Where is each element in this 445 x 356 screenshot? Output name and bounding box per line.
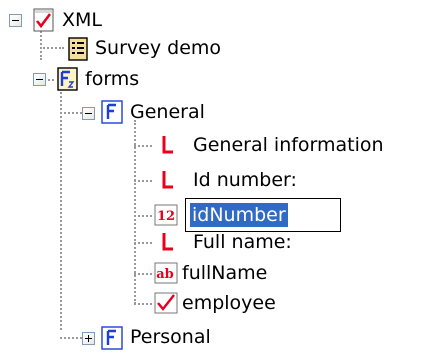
tree-node-xml[interactable]: XML: [62, 8, 102, 32]
tree-line: [134, 180, 152, 182]
tree-node-fullname[interactable]: fullName: [182, 261, 267, 285]
tree-line: [134, 242, 152, 244]
tree-line: [60, 337, 82, 339]
forms-folder-icon: [57, 67, 78, 91]
tree-node-general-information[interactable]: General information: [193, 133, 384, 157]
tree-line: [134, 145, 152, 147]
xml-tree-view: XML Survey demo forms General General in…: [0, 0, 445, 356]
tree-line: [40, 28, 42, 60]
tree-line: [60, 112, 82, 114]
numeric-field-icon: 12: [154, 204, 178, 226]
collapse-toggle[interactable]: [33, 73, 46, 86]
label-l-icon: [162, 233, 173, 251]
tree-node-forms[interactable]: forms: [85, 67, 139, 91]
label-l-icon: [162, 171, 173, 189]
tree-line: [60, 92, 62, 330]
tree-node-full-name-label[interactable]: Full name:: [193, 230, 292, 254]
collapse-toggle[interactable]: [82, 107, 95, 120]
idnumber-edit-text[interactable]: idNumber: [190, 203, 288, 227]
label-l-icon: [162, 136, 173, 154]
tree-line: [134, 215, 152, 217]
tree-node-general[interactable]: General: [130, 100, 205, 124]
tree-line: [134, 120, 136, 304]
expand-toggle[interactable]: [82, 332, 95, 345]
form-f-icon: [101, 100, 123, 124]
tree-line: [134, 273, 152, 275]
form-f-icon: [101, 326, 123, 350]
tree-line: [134, 303, 152, 305]
tree-line: [40, 47, 64, 49]
tree-node-personal[interactable]: Personal: [130, 325, 211, 349]
svg-text:ab: ab: [156, 267, 174, 282]
tree-node-survey-demo[interactable]: Survey demo: [95, 36, 221, 60]
collapse-toggle[interactable]: [9, 14, 22, 27]
rename-edit-box[interactable]: idNumber: [185, 198, 341, 232]
text-field-icon: ab: [154, 262, 178, 284]
checkbox-icon: [154, 292, 178, 314]
tree-node-id-number-label[interactable]: Id number:: [193, 168, 297, 192]
xml-document-icon: [33, 8, 54, 32]
tree-node-employee[interactable]: employee: [182, 291, 276, 315]
svg-text:12: 12: [157, 209, 175, 224]
survey-form-icon: [68, 37, 88, 61]
